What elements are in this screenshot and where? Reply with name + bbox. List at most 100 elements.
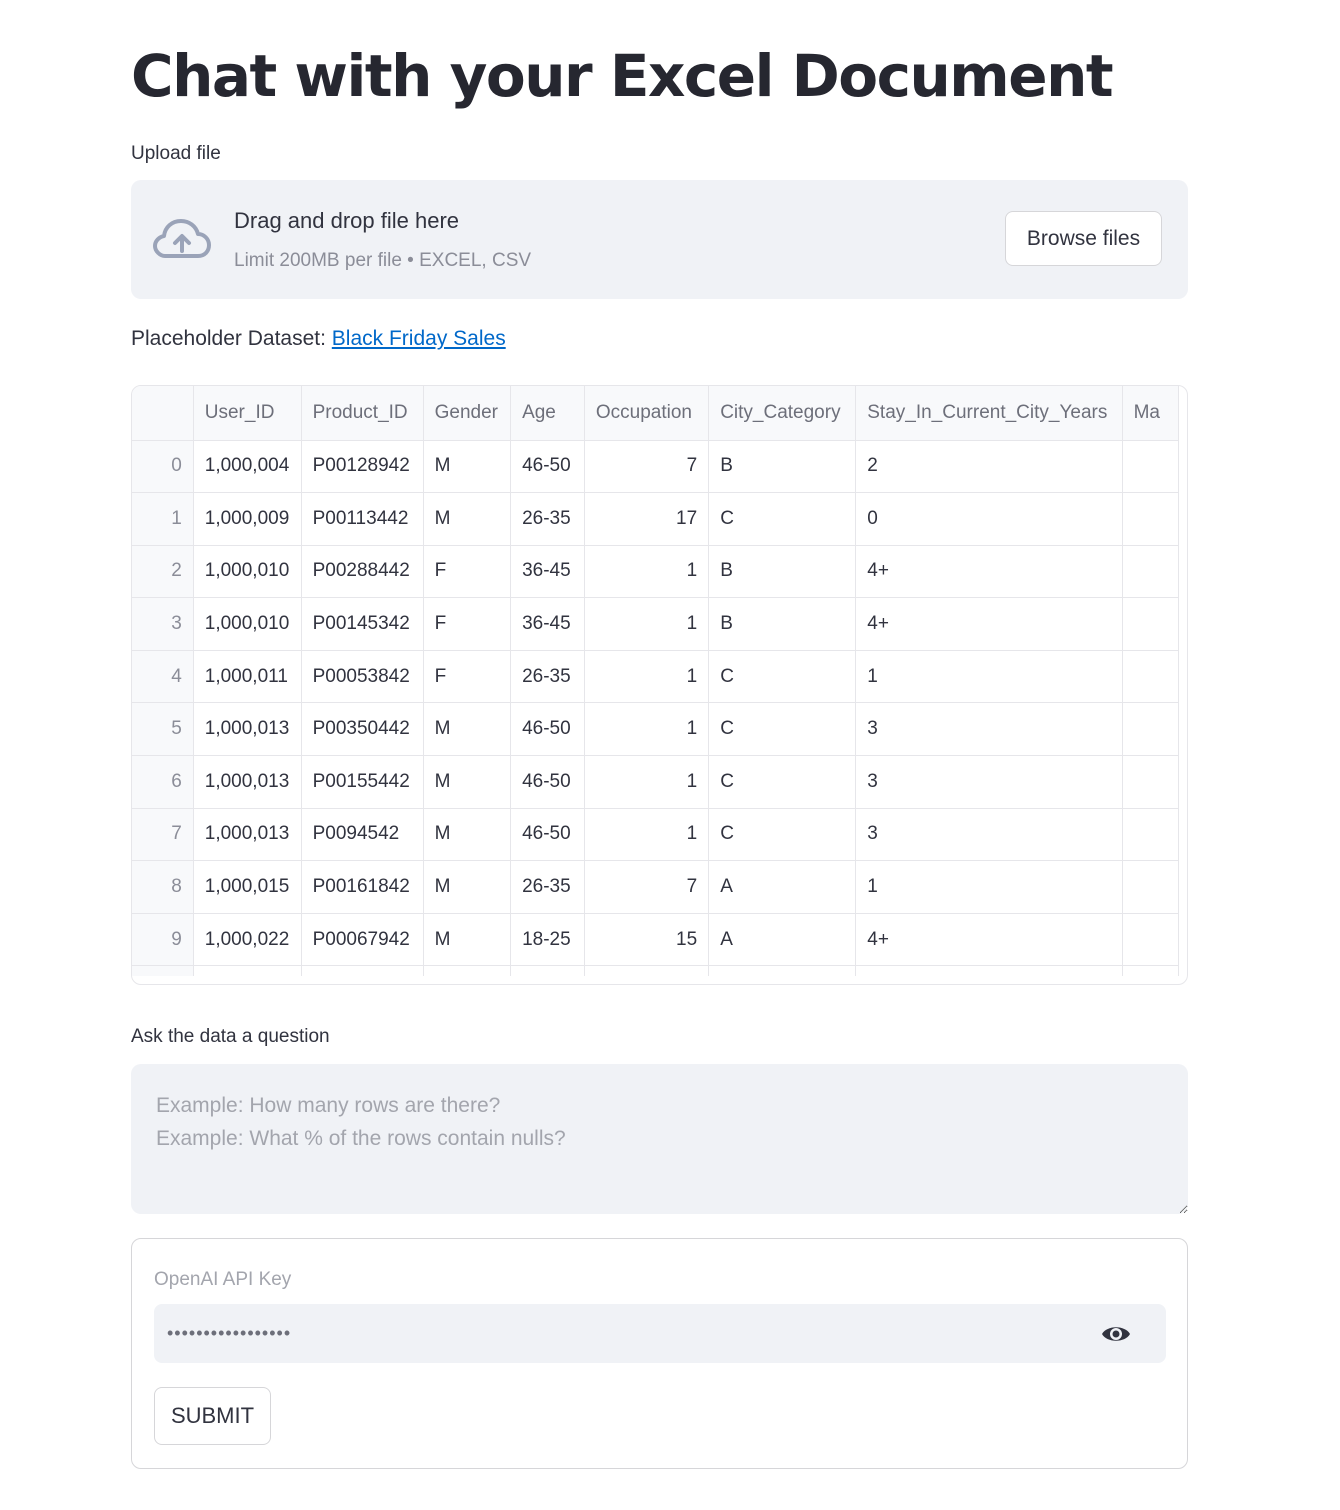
table-cell[interactable]: 1,000,010: [193, 545, 302, 599]
table-cell[interactable]: 1: [584, 808, 710, 862]
table-cell[interactable]: 1,000,009: [193, 492, 302, 546]
table-cell[interactable]: P00128942: [301, 440, 424, 494]
table-cell[interactable]: 7: [584, 440, 710, 494]
table-cell[interactable]: P00145342: [301, 597, 424, 651]
table-cell[interactable]: 1,000,013: [193, 808, 302, 862]
table-cell[interactable]: M: [423, 492, 512, 546]
table-cell[interactable]: 1,000,015: [193, 860, 302, 914]
table-cell[interactable]: 1,000,004: [193, 440, 302, 494]
table-cell[interactable]: 26-35: [510, 860, 585, 914]
column-header[interactable]: Product_ID: [301, 386, 424, 441]
table-cell[interactable]: [1122, 545, 1179, 599]
column-header[interactable]: Age: [510, 386, 585, 441]
table-cell[interactable]: 46-50: [510, 440, 585, 494]
table-cell[interactable]: M: [423, 913, 512, 967]
table-row[interactable]: 7 1,000,013 P0094542 M 46-50 1 C 3: [132, 808, 1179, 862]
table-cell[interactable]: 1,000,022: [193, 913, 302, 967]
eye-icon[interactable]: [1100, 1321, 1132, 1347]
table-row[interactable]: 4 1,000,011 P00053842 F 26-35 1 C 1: [132, 650, 1179, 704]
table-cell[interactable]: 7: [584, 860, 710, 914]
table-cell[interactable]: [1122, 808, 1179, 862]
table-cell[interactable]: [1122, 492, 1179, 546]
table-cell[interactable]: [855, 965, 1123, 976]
table-cell[interactable]: [1122, 597, 1179, 651]
table-cell[interactable]: 26-35: [510, 650, 585, 704]
table-cell[interactable]: P00155442: [301, 755, 424, 809]
table-cell[interactable]: M: [423, 860, 512, 914]
table-cell[interactable]: 1: [584, 545, 710, 599]
table-cell[interactable]: B: [708, 545, 857, 599]
table-cell[interactable]: 1: [584, 755, 710, 809]
table-cell[interactable]: [193, 965, 302, 976]
table-cell[interactable]: [1122, 440, 1179, 494]
table-cell[interactable]: 1,000,010: [193, 597, 302, 651]
column-header[interactable]: User_ID: [193, 386, 302, 441]
table-cell[interactable]: 3: [855, 808, 1123, 862]
column-header[interactable]: Ma: [1122, 386, 1179, 441]
table-cell[interactable]: A: [708, 913, 857, 967]
table-cell[interactable]: 1,000,013: [193, 702, 302, 757]
table-cell[interactable]: P00161842: [301, 860, 424, 914]
column-header[interactable]: Stay_In_Current_City_Years: [855, 386, 1123, 441]
table-row[interactable]: [132, 965, 1179, 976]
column-header[interactable]: Occupation: [584, 386, 710, 441]
table-cell[interactable]: [301, 965, 424, 976]
table-cell[interactable]: 15: [584, 913, 710, 967]
table-cell[interactable]: B: [708, 597, 857, 651]
table-row[interactable]: 9 1,000,022 P00067942 M 18-25 15 A 4+: [132, 913, 1179, 967]
table-cell[interactable]: 3: [855, 702, 1123, 757]
table-cell[interactable]: C: [708, 755, 857, 809]
table-cell[interactable]: 1,000,011: [193, 650, 302, 704]
data-table[interactable]: User_ID Product_ID Gender Age Occupation City…: [131, 385, 1188, 985]
table-cell[interactable]: M: [423, 808, 512, 862]
table-cell[interactable]: 26-35: [510, 492, 585, 546]
column-header[interactable]: Gender: [423, 386, 512, 441]
table-cell[interactable]: [1122, 702, 1179, 757]
table-cell[interactable]: 36-45: [510, 545, 585, 599]
question-input[interactable]: [131, 1064, 1188, 1214]
table-cell[interactable]: P00113442: [301, 492, 424, 546]
table-cell[interactable]: P00288442: [301, 545, 424, 599]
table-cell[interactable]: 1: [584, 597, 710, 651]
table-cell[interactable]: 46-50: [510, 755, 585, 809]
table-cell[interactable]: F: [423, 597, 512, 651]
table-cell[interactable]: [1122, 650, 1179, 704]
table-row[interactable]: 6 1,000,013 P00155442 M 46-50 1 C 3: [132, 755, 1179, 809]
table-cell[interactable]: 3: [855, 755, 1123, 809]
file-dropzone[interactable]: Drag and drop file here Limit 200MB per …: [131, 180, 1188, 299]
table-cell[interactable]: 46-50: [510, 702, 585, 757]
table-cell[interactable]: 36-45: [510, 597, 585, 651]
table-cell[interactable]: [1122, 965, 1179, 976]
column-header[interactable]: City_Category: [708, 386, 857, 441]
table-cell[interactable]: 4+: [855, 913, 1123, 967]
table-cell[interactable]: [1122, 913, 1179, 967]
table-cell[interactable]: 1: [584, 650, 710, 704]
table-cell[interactable]: C: [708, 702, 857, 757]
table-cell[interactable]: C: [708, 650, 857, 704]
index-header[interactable]: [132, 386, 194, 441]
table-cell[interactable]: 4+: [855, 545, 1123, 599]
table-cell[interactable]: B: [708, 440, 857, 494]
data-table-viewport[interactable]: User_ID Product_ID Gender Age Occupation City…: [132, 386, 1179, 976]
submit-button[interactable]: SUBMIT: [154, 1387, 271, 1445]
table-cell[interactable]: 2: [855, 440, 1123, 494]
table-cell[interactable]: 1: [855, 650, 1123, 704]
table-row[interactable]: 1 1,000,009 P00113442 M 26-35 17 C 0: [132, 492, 1179, 546]
table-cell[interactable]: M: [423, 702, 512, 757]
table-cell[interactable]: C: [708, 492, 857, 546]
dataset-link[interactable]: Black Friday Sales: [332, 327, 506, 350]
table-cell[interactable]: [510, 965, 585, 976]
api-key-field[interactable]: [154, 1304, 1166, 1363]
table-cell[interactable]: M: [423, 440, 512, 494]
table-cell[interactable]: 1: [584, 702, 710, 757]
table-cell[interactable]: 46-50: [510, 808, 585, 862]
table-cell[interactable]: M: [423, 755, 512, 809]
api-key-input[interactable]: [154, 1304, 1084, 1363]
table-cell[interactable]: C: [708, 808, 857, 862]
table-cell[interactable]: F: [423, 545, 512, 599]
table-cell[interactable]: F: [423, 650, 512, 704]
table-cell[interactable]: [1122, 860, 1179, 914]
table-cell[interactable]: 4+: [855, 597, 1123, 651]
table-cell[interactable]: P0094542: [301, 808, 424, 862]
table-cell[interactable]: 0: [855, 492, 1123, 546]
